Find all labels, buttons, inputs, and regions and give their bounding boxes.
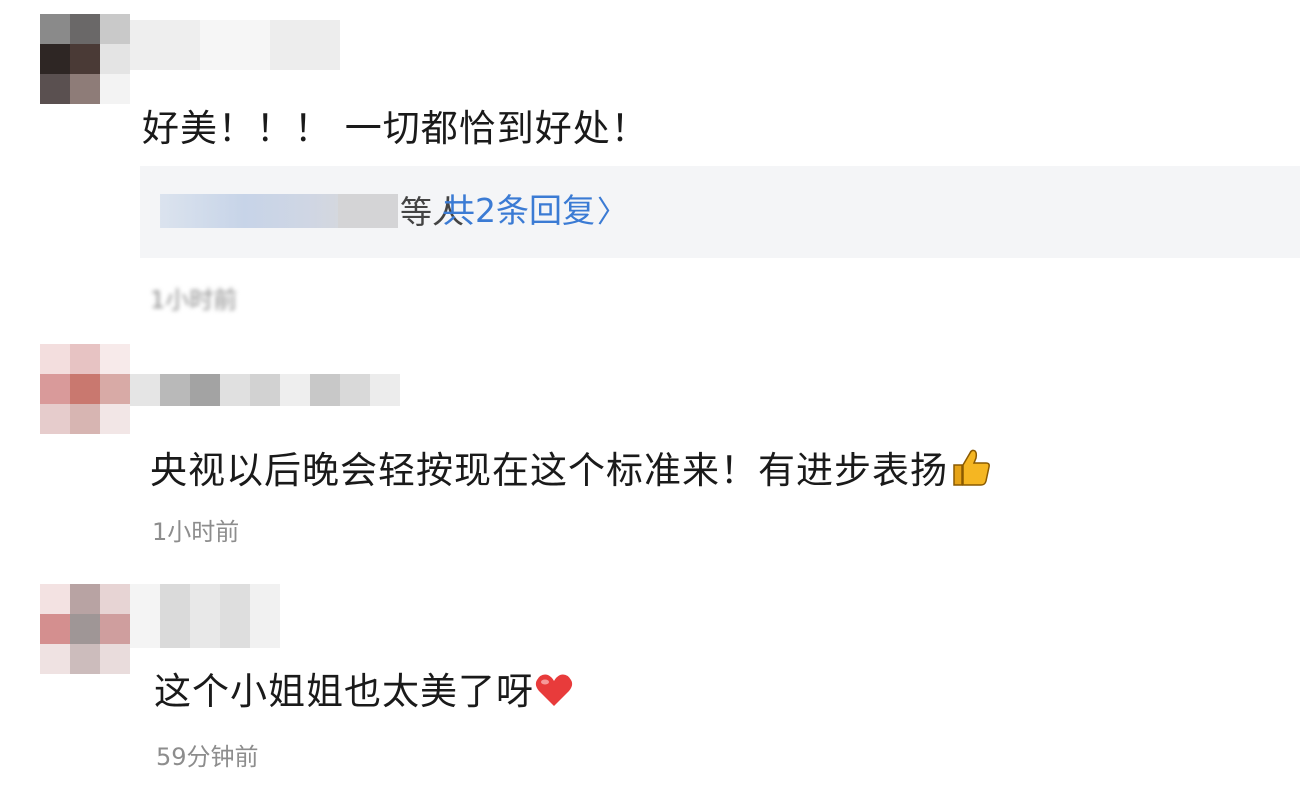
heart-icon [534, 672, 574, 714]
comment-text-content: 央视以后晚会轻按现在这个标准来！有进步表扬 [150, 449, 948, 492]
comment-time: 1小时前 [152, 518, 240, 546]
comment-text: 好美！！！ 一切都恰到好处！ [142, 107, 649, 150]
comment-text: 央视以后晚会轻按现在这个标准来！有进步表扬 [150, 447, 992, 493]
avatar[interactable] [40, 584, 130, 674]
avatar[interactable] [40, 344, 130, 434]
comment-time: 59分钟前 [156, 743, 259, 771]
comment-text-content: 这个小姐姐也太美了呀 [154, 670, 534, 713]
username[interactable] [130, 374, 400, 406]
reply-usernames-tail [338, 194, 398, 228]
username[interactable] [130, 584, 280, 648]
comment-time: 1小时前 [150, 286, 238, 314]
thumbs-up-icon [948, 447, 992, 493]
view-replies-label[interactable]: 共2条回复 [442, 191, 595, 230]
username[interactable] [130, 20, 340, 70]
chevron-right-icon[interactable]: 〉 [597, 198, 627, 228]
avatar[interactable] [40, 14, 130, 104]
view-replies-link[interactable]: 共2条回复〉 [442, 194, 627, 228]
comment-text: 这个小姐姐也太美了呀 [154, 672, 574, 714]
